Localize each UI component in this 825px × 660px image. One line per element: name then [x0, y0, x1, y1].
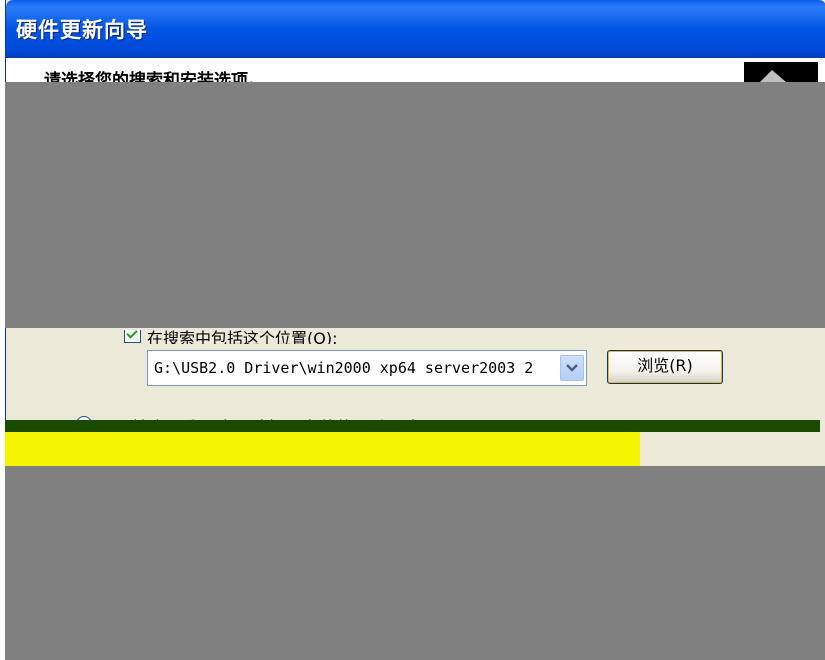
- image-artifact-yellow: [5, 432, 640, 466]
- include-location-label: 在搜索中包括这个位置(O):: [147, 330, 338, 344]
- header-title: 请选择您的搜索和安装选项。: [44, 71, 265, 82]
- window-title: 硬件更新向导: [16, 18, 148, 42]
- chevron-down-icon: [566, 364, 578, 372]
- search-path-combobox[interactable]: G:\USB2.0 Driver\win2000 xp64 server2003…: [147, 350, 587, 386]
- wizard-header: 请选择您的搜索和安装选项。: [6, 58, 825, 82]
- include-location-checkbox-row[interactable]: 在搜索中包括这个位置(O):: [124, 330, 337, 344]
- redacted-region-bottom: [5, 466, 825, 660]
- wizard-icon: [744, 62, 818, 82]
- browse-button[interactable]: 浏览(R): [607, 350, 723, 384]
- image-artifact-gap: [640, 432, 825, 444]
- image-artifact-band: [5, 420, 820, 432]
- dropdown-arrow-button[interactable]: [560, 355, 584, 381]
- search-path-value: G:\USB2.0 Driver\win2000 xp64 server2003…: [154, 359, 534, 377]
- title-bar[interactable]: 硬件更新向导: [6, 0, 825, 58]
- include-location-checkbox[interactable]: [124, 330, 141, 343]
- redacted-region-top: [5, 82, 825, 328]
